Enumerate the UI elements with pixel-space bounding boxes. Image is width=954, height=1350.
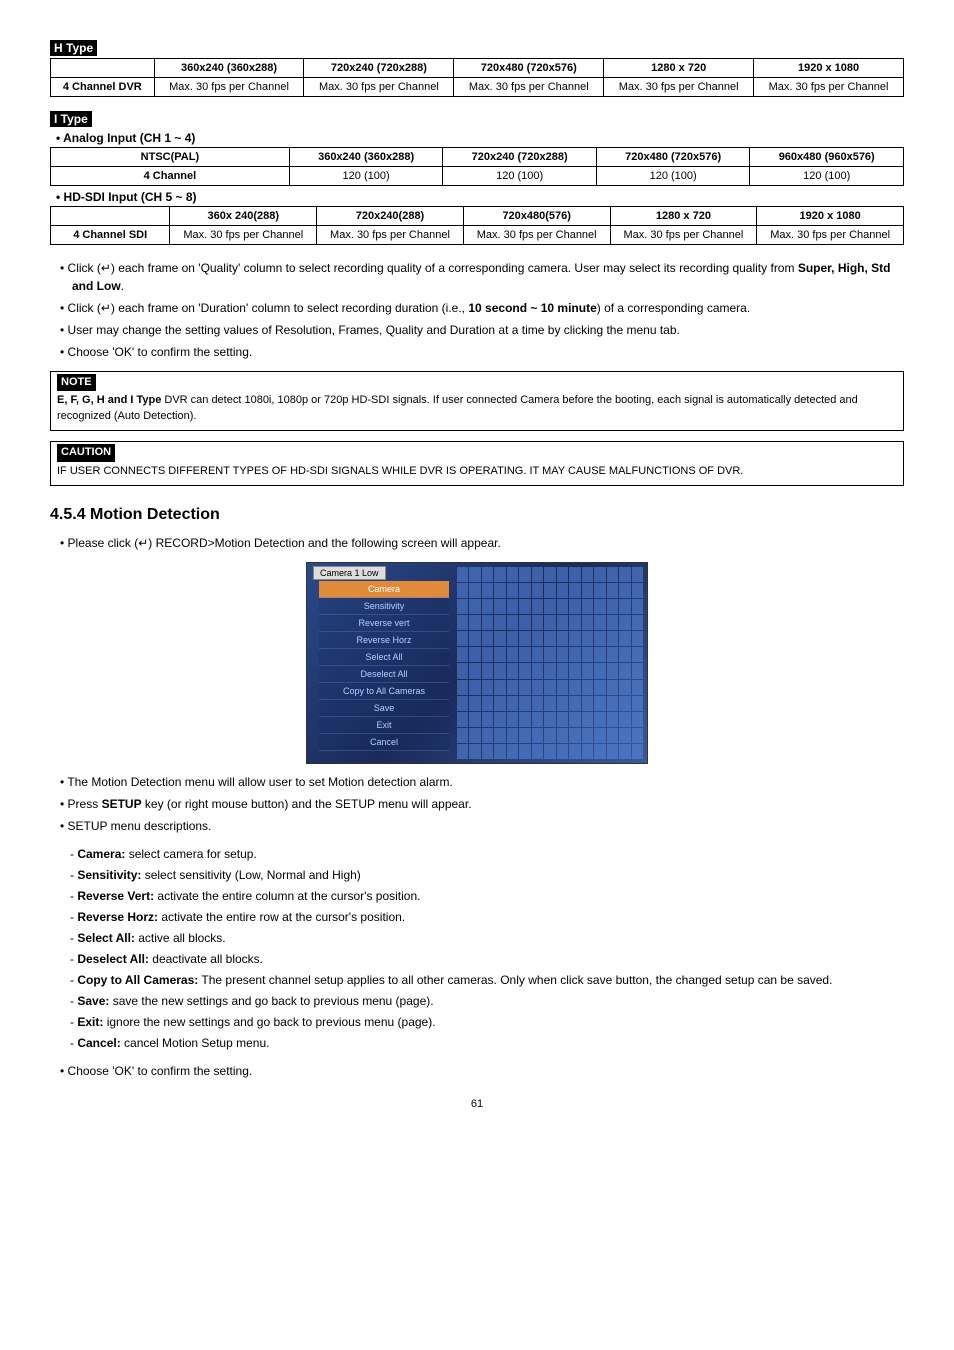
bullet-list-1: Click (↵) each frame on 'Quality' column… xyxy=(60,259,904,361)
th: 360x240 (360x288) xyxy=(154,59,304,78)
th: 720x480 (720x576) xyxy=(596,148,750,167)
th: NTSC(PAL) xyxy=(51,148,290,167)
list-item: Save: save the new settings and go back … xyxy=(70,992,904,1010)
caution-label: CAUTION xyxy=(57,444,115,461)
list-item: SETUP menu descriptions. xyxy=(60,817,904,835)
list-item: Press SETUP key (or right mouse button) … xyxy=(60,795,904,813)
td: Max. 30 fps per Channel xyxy=(454,78,604,97)
list-item: Exit: ignore the new settings and go bac… xyxy=(70,1013,904,1031)
fig-menu: CameraSensitivityReverse vertReverse Hor… xyxy=(319,581,449,751)
fig-menu-item: Copy to All Cameras xyxy=(319,683,449,700)
td: Max. 30 fps per Channel xyxy=(754,78,904,97)
analog-heading: • Analog Input (CH 1 ~ 4) xyxy=(56,131,904,145)
list-item: Camera: select camera for setup. xyxy=(70,845,904,863)
i-type-label: I Type xyxy=(50,111,92,127)
fig-menu-item: Camera xyxy=(319,581,449,598)
td: 4 Channel xyxy=(51,167,290,186)
th xyxy=(51,59,155,78)
list-item: Choose 'OK' to confirm the setting. xyxy=(60,1062,904,1080)
th: 360x240 (360x288) xyxy=(289,148,443,167)
td: 4 Channel SDI xyxy=(51,226,170,245)
list-item: Select All: active all blocks. xyxy=(70,929,904,947)
fig-menu-item: Cancel xyxy=(319,734,449,751)
list-item: User may change the setting values of Re… xyxy=(60,321,904,339)
fig-menu-item: Deselect All xyxy=(319,666,449,683)
caution-text: IF USER CONNECTS DIFFERENT TYPES OF HD-S… xyxy=(57,465,743,477)
section-intro: Please click (↵) RECORD>Motion Detection… xyxy=(60,534,904,552)
th: 720x240 (720x288) xyxy=(304,59,454,78)
th: 960x480 (960x576) xyxy=(750,148,904,167)
th: 720x480(576) xyxy=(463,207,610,226)
td: 120 (100) xyxy=(750,167,904,186)
bullet-list-3: Choose 'OK' to confirm the setting. xyxy=(60,1062,904,1080)
list-item: Copy to All Cameras: The present channel… xyxy=(70,971,904,989)
list-item: The Motion Detection menu will allow use… xyxy=(60,773,904,791)
td: Max. 30 fps per Channel xyxy=(463,226,610,245)
td: Max. 30 fps per Channel xyxy=(604,78,754,97)
th: 1280 x 720 xyxy=(604,59,754,78)
td: 120 (100) xyxy=(443,167,597,186)
analog-table: NTSC(PAL) 360x240 (360x288) 720x240 (720… xyxy=(50,147,904,186)
h-type-table: 360x240 (360x288) 720x240 (720x288) 720x… xyxy=(50,58,904,97)
td: 120 (100) xyxy=(596,167,750,186)
th: 720x240 (720x288) xyxy=(443,148,597,167)
th: 1920 x 1080 xyxy=(757,207,904,226)
fig-menu-item: Save xyxy=(319,700,449,717)
note-label: NOTE xyxy=(57,374,96,391)
bullet-list-2: The Motion Detection menu will allow use… xyxy=(60,773,904,835)
motion-figure: Camera 1 Low CameraSensitivityReverse ve… xyxy=(50,562,904,767)
fig-menu-item: Sensitivity xyxy=(319,598,449,615)
td: Max. 30 fps per Channel xyxy=(757,226,904,245)
th: 720x240(288) xyxy=(317,207,464,226)
td: Max. 30 fps per Channel xyxy=(610,226,757,245)
hdsdi-heading: • HD-SDI Input (CH 5 ~ 8) xyxy=(56,190,904,204)
fig-menu-item: Exit xyxy=(319,717,449,734)
note-text: E, F, G, H and I Type DVR can detect 108… xyxy=(57,394,858,421)
td: 4 Channel DVR xyxy=(51,78,155,97)
fig-grid xyxy=(457,567,643,759)
fig-menu-item: Reverse vert xyxy=(319,615,449,632)
th: 1280 x 720 xyxy=(610,207,757,226)
list-item: Click (↵) each frame on 'Quality' column… xyxy=(60,259,904,295)
setup-list: Camera: select camera for setup. Sensitiv… xyxy=(70,845,904,1052)
section-intro-wrap: Please click (↵) RECORD>Motion Detection… xyxy=(60,534,904,552)
section-title: 4.5.4 Motion Detection xyxy=(50,506,904,524)
td: Max. 30 fps per Channel xyxy=(154,78,304,97)
list-item: Click (↵) each frame on 'Duration' colum… xyxy=(60,299,904,317)
fig-top-label: Camera 1 Low xyxy=(313,566,386,580)
list-item: Sensitivity: select sensitivity (Low, No… xyxy=(70,866,904,884)
list-item: Reverse Horz: activate the entire row at… xyxy=(70,908,904,926)
td: 120 (100) xyxy=(289,167,443,186)
list-item: Cancel: cancel Motion Setup menu. xyxy=(70,1034,904,1052)
td: Max. 30 fps per Channel xyxy=(304,78,454,97)
th xyxy=(51,207,170,226)
th: 1920 x 1080 xyxy=(754,59,904,78)
th: 720x480 (720x576) xyxy=(454,59,604,78)
td: Max. 30 fps per Channel xyxy=(170,226,317,245)
note-box: NOTE E, F, G, H and I Type DVR can detec… xyxy=(50,371,904,431)
td: Max. 30 fps per Channel xyxy=(317,226,464,245)
caution-box: CAUTION IF USER CONNECTS DIFFERENT TYPES… xyxy=(50,441,904,486)
hdsdi-table: 360x 240(288) 720x240(288) 720x480(576) … xyxy=(50,206,904,245)
th: 360x 240(288) xyxy=(170,207,317,226)
list-item: Choose 'OK' to confirm the setting. xyxy=(60,343,904,361)
page-number: 61 xyxy=(50,1098,904,1110)
list-item: Deselect All: deactivate all blocks. xyxy=(70,950,904,968)
fig-menu-item: Select All xyxy=(319,649,449,666)
fig-menu-item: Reverse Horz xyxy=(319,632,449,649)
list-item: Reverse Vert: activate the entire column… xyxy=(70,887,904,905)
h-type-label: H Type xyxy=(50,40,97,56)
